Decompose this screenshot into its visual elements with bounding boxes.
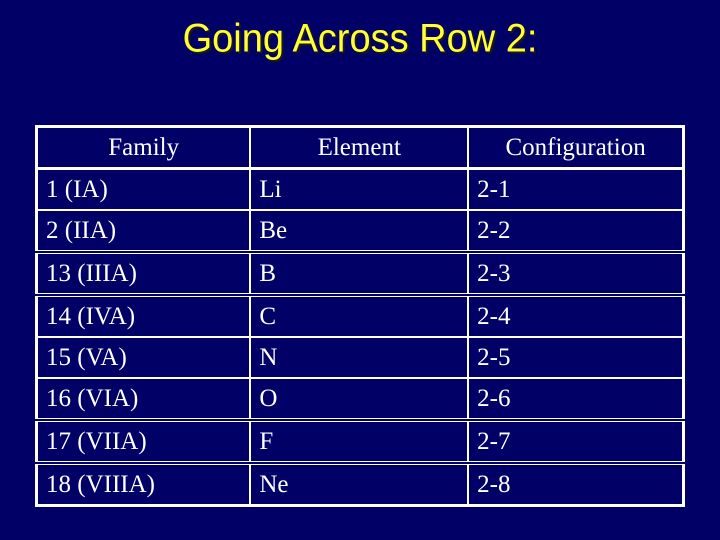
element-cell: N [249,336,470,378]
configuration-cell: 2-5 [467,336,685,378]
configuration-cell: 2-2 [467,209,685,252]
header-configuration: Configuration [467,126,685,170]
element-cell: C [249,293,470,337]
electron-configuration-table: Family Element Configuration 1 (IA) Li 2… [35,125,685,507]
table-row: 18 (VIIIA) Ne 2-8 [35,461,685,506]
element-cell: Li [249,167,470,210]
element-cell: O [249,377,470,420]
header-row: Family Element Configuration [35,126,685,170]
element-cell: Ne [249,461,470,506]
table-row: 13 (IIIA) B 2-3 [35,250,685,295]
family-cell: 1 (IA) [35,167,252,210]
table-row: 14 (IVA) C 2-4 [35,293,685,337]
configuration-cell: 2-4 [467,293,685,337]
header-element: Element [249,126,470,170]
configuration-cell: 2-6 [467,377,685,420]
table-row: 16 (VIA) O 2-6 [35,377,685,420]
family-cell: 14 (IVA) [35,293,252,337]
element-cell: F [249,418,470,463]
configuration-cell: 2-1 [467,167,685,210]
table-row: 2 (IIA) Be 2-2 [35,209,685,252]
header-family: Family [35,126,252,170]
table-row: 1 (IA) Li 2-1 [35,167,685,210]
family-cell: 13 (IIIA) [35,250,252,295]
element-cell: Be [249,209,470,252]
configuration-cell: 2-3 [467,250,685,295]
family-cell: 2 (IIA) [35,209,252,252]
family-cell: 15 (VA) [35,336,252,378]
family-cell: 16 (VIA) [35,377,252,420]
table-row: 17 (VIIA) F 2-7 [35,418,685,463]
family-cell: 18 (VIIIA) [35,461,252,506]
table-row: 15 (VA) N 2-5 [35,336,685,378]
configuration-cell: 2-8 [467,461,685,506]
slide-title: Going Across Row 2: [182,16,538,62]
configuration-cell: 2-7 [467,418,685,463]
element-cell: B [249,250,470,295]
family-cell: 17 (VIIA) [35,418,252,463]
